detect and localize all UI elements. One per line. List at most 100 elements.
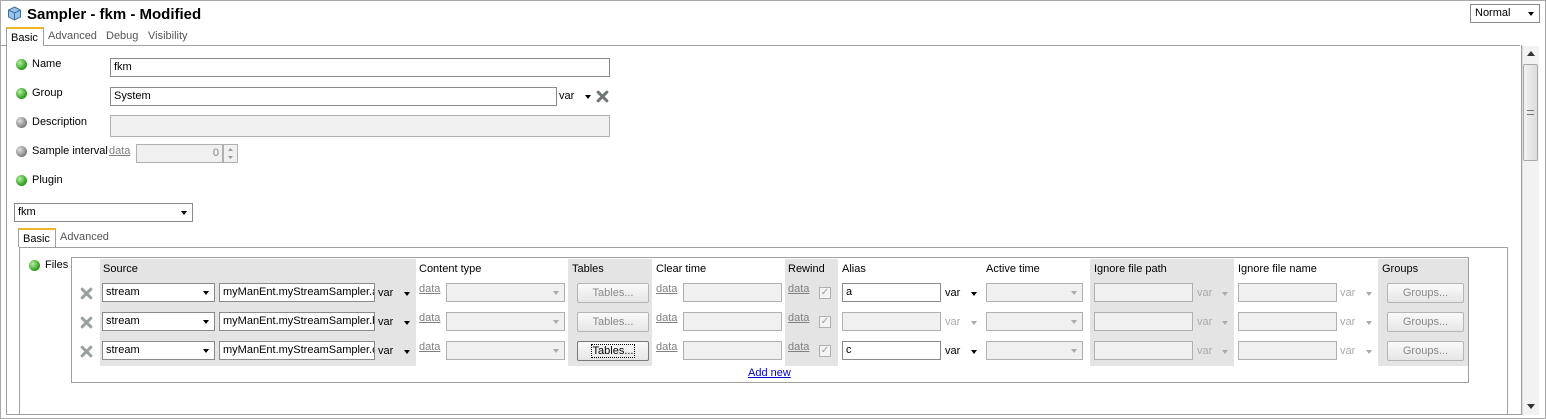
- content-type-data-link[interactable]: data: [419, 312, 440, 324]
- groups-button[interactable]: Groups...: [1387, 312, 1464, 332]
- source-type-select[interactable]: stream: [102, 341, 215, 360]
- grip-icon: [1527, 110, 1534, 115]
- sample-interval-label: Sample interval: [32, 145, 108, 157]
- source-var-select[interactable]: var: [378, 345, 393, 357]
- status-ok-icon: [29, 260, 40, 271]
- ignore-file-path-input[interactable]: [1094, 341, 1193, 360]
- delete-row-icon[interactable]: [80, 287, 93, 300]
- chevron-down-icon: [1222, 292, 1228, 296]
- chevron-down-icon: [971, 350, 977, 354]
- tab-visibility[interactable]: Visibility: [144, 27, 192, 46]
- chevron-down-icon: [1071, 320, 1077, 324]
- source-input[interactable]: myManEnt.myStreamSampler.b: [219, 312, 375, 331]
- sample-interval-input[interactable]: 0: [136, 144, 223, 163]
- alias-input[interactable]: c: [842, 341, 941, 360]
- content-type-select[interactable]: [446, 283, 565, 302]
- source-type-select[interactable]: stream: [102, 283, 215, 302]
- add-new-link[interactable]: Add new: [748, 367, 791, 379]
- ignore-file-name-var-select[interactable]: var: [1340, 287, 1355, 299]
- tables-button[interactable]: Tables...: [577, 312, 649, 332]
- tables-button-label: Tables...: [592, 287, 634, 299]
- chevron-down-icon: [553, 349, 559, 353]
- mode-select[interactable]: Normal: [1470, 4, 1540, 23]
- active-time-select[interactable]: [986, 341, 1083, 360]
- tab-plugin-advanced[interactable]: Advanced: [56, 228, 113, 247]
- alias-var-select[interactable]: var: [945, 287, 960, 299]
- tables-button[interactable]: Tables...: [577, 283, 649, 303]
- groups-button[interactable]: Groups...: [1387, 341, 1464, 361]
- delete-row-icon[interactable]: [80, 345, 93, 358]
- ignore-file-name-input[interactable]: [1238, 283, 1337, 302]
- content-type-data-link[interactable]: data: [419, 283, 440, 295]
- rewind-checkbox[interactable]: ✓: [819, 316, 831, 328]
- clear-time-input[interactable]: [683, 341, 782, 360]
- rewind-checkbox[interactable]: ✓: [819, 345, 831, 357]
- source-var-select[interactable]: var: [378, 316, 393, 328]
- ignore-file-name-input[interactable]: [1238, 341, 1337, 360]
- ignore-file-name-input[interactable]: [1238, 312, 1337, 331]
- tab-debug[interactable]: Debug: [102, 27, 142, 46]
- tab-advanced[interactable]: Advanced: [44, 27, 101, 46]
- clear-icon[interactable]: [596, 90, 609, 103]
- alias-input[interactable]: a: [842, 283, 941, 302]
- ignore-file-name-var-select[interactable]: var: [1340, 345, 1355, 357]
- clear-time-data-link[interactable]: data: [656, 283, 677, 295]
- description-input[interactable]: [110, 115, 610, 137]
- clear-time-data-link[interactable]: data: [656, 312, 677, 324]
- source-type-select[interactable]: stream: [102, 312, 215, 331]
- tab-basic[interactable]: Basic: [6, 27, 44, 46]
- groups-button-label: Groups...: [1402, 287, 1449, 299]
- rewind-checkbox[interactable]: ✓: [819, 287, 831, 299]
- ignore-file-name-var-select[interactable]: var: [1340, 316, 1355, 328]
- clear-time-data-link[interactable]: data: [656, 341, 677, 353]
- ignore-file-path-var-select[interactable]: var: [1197, 345, 1212, 357]
- active-time-select[interactable]: [986, 283, 1083, 302]
- chevron-down-icon: [203, 320, 209, 324]
- content-type-select[interactable]: [446, 341, 565, 360]
- chevron-down-icon: [203, 349, 209, 353]
- plugin-select[interactable]: fkm: [14, 203, 193, 222]
- name-input[interactable]: fkm: [110, 58, 610, 77]
- source-input[interactable]: myManEnt.myStreamSampler.a: [219, 283, 375, 302]
- ignore-file-path-input[interactable]: [1094, 312, 1193, 331]
- groups-button[interactable]: Groups...: [1387, 283, 1464, 303]
- clear-time-input[interactable]: [683, 283, 782, 302]
- source-type-value: stream: [106, 286, 140, 298]
- files-label: Files: [45, 259, 69, 271]
- scroll-down-icon[interactable]: [1527, 404, 1535, 409]
- source-input[interactable]: myManEnt.myStreamSampler.c: [219, 341, 375, 360]
- groups-button-label: Groups...: [1402, 316, 1449, 328]
- rewind-data-link[interactable]: data: [788, 312, 809, 324]
- content-type-data-link[interactable]: data: [419, 341, 440, 353]
- alias-var-select[interactable]: var: [945, 345, 960, 357]
- source-var-select[interactable]: var: [378, 287, 393, 299]
- clear-time-input[interactable]: [683, 312, 782, 331]
- status-ok-icon: [16, 175, 27, 186]
- tables-button[interactable]: Tables...: [577, 341, 649, 361]
- sampler-icon: [8, 6, 21, 21]
- ignore-file-path-input[interactable]: [1094, 283, 1193, 302]
- delete-row-icon[interactable]: [80, 316, 93, 329]
- scroll-up-icon[interactable]: [1527, 51, 1535, 56]
- tab-plugin-basic[interactable]: Basic: [18, 228, 56, 247]
- active-time-select[interactable]: [986, 312, 1083, 331]
- group-input[interactable]: System: [110, 87, 557, 106]
- ignore-file-path-var-select[interactable]: var: [1197, 316, 1212, 328]
- ignore-file-path-var-select[interactable]: var: [1197, 287, 1212, 299]
- tables-button-label: Tables...: [590, 344, 636, 358]
- content-type-select[interactable]: [446, 312, 565, 331]
- sample-interval-data-link[interactable]: data: [109, 145, 130, 157]
- rewind-data-link[interactable]: data: [788, 341, 809, 353]
- column-header-clear-time: Clear time: [656, 263, 707, 275]
- status-inactive-icon: [16, 146, 27, 157]
- alias-input[interactable]: [842, 312, 941, 331]
- chevron-down-icon: [404, 350, 410, 354]
- rewind-data-link[interactable]: data: [788, 283, 809, 295]
- chevron-down-icon: [1366, 350, 1372, 354]
- plugin-select-value: fkm: [18, 206, 36, 218]
- alias-var-select[interactable]: var: [945, 316, 960, 328]
- group-var-select[interactable]: var: [559, 90, 574, 102]
- chevron-down-icon: [1528, 12, 1534, 16]
- sample-interval-spinner[interactable]: [223, 144, 238, 163]
- groups-button-label: Groups...: [1402, 345, 1449, 357]
